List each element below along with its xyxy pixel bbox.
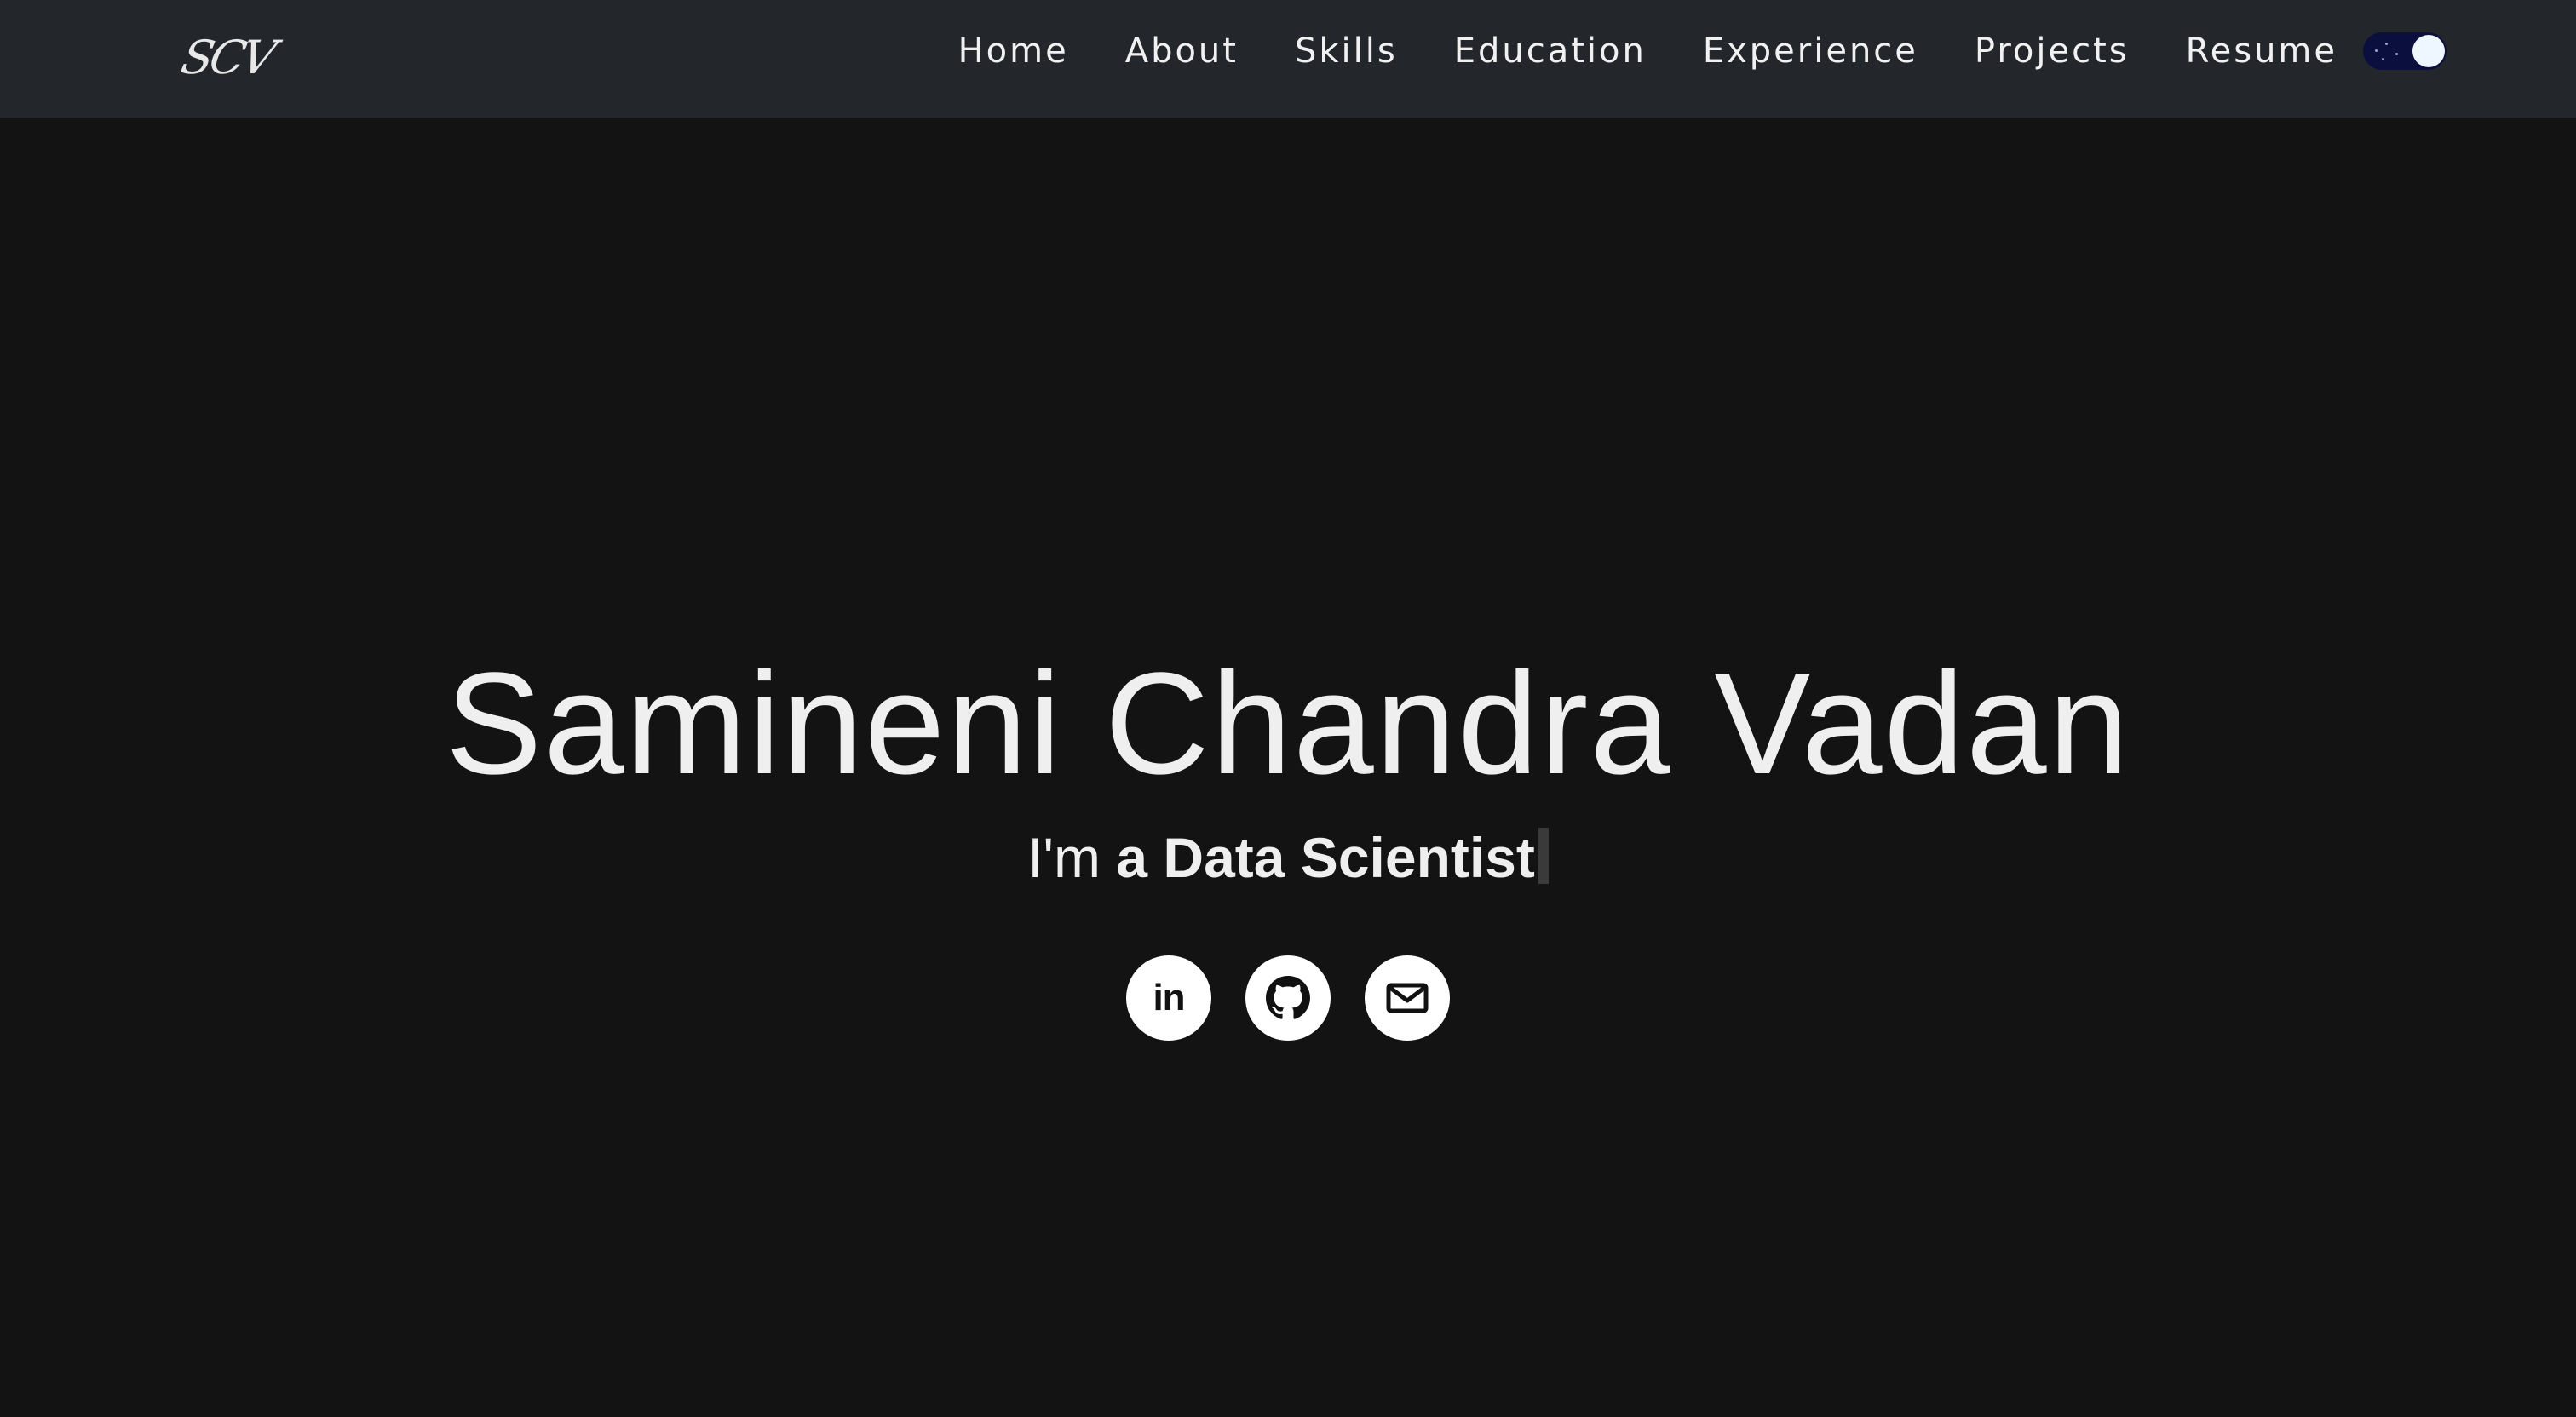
toggle-knob xyxy=(2412,35,2445,67)
toggle-star-icon xyxy=(2375,49,2378,52)
navbar: SCV Home About Skills Education Experien… xyxy=(0,0,2576,118)
toggle-star-icon xyxy=(2382,58,2384,60)
nav-skills-link[interactable]: Skills xyxy=(1295,24,1398,78)
nav-home-link[interactable]: Home xyxy=(958,24,1069,78)
main-nav: Home About Skills Education Experience P… xyxy=(958,24,2447,78)
email-button[interactable] xyxy=(1365,955,1450,1041)
nav-education-link[interactable]: Education xyxy=(1454,24,1647,78)
linkedin-icon: in xyxy=(1153,977,1185,1018)
hero-tagline: I'm a Data Scientist xyxy=(0,819,2576,896)
github-icon xyxy=(1266,976,1310,1020)
site-logo[interactable]: SCV xyxy=(175,24,283,92)
tagline-prefix: I'm xyxy=(1027,826,1117,889)
github-button[interactable] xyxy=(1245,955,1331,1041)
tagline-role: a Data Scientist xyxy=(1116,826,1535,889)
theme-toggle[interactable] xyxy=(2363,32,2447,70)
mail-icon xyxy=(1386,983,1429,1013)
nav-about-link[interactable]: About xyxy=(1125,24,1239,78)
typing-cursor xyxy=(1538,828,1549,884)
linkedin-button[interactable]: in xyxy=(1126,955,1211,1041)
nav-resume-link[interactable]: Resume xyxy=(2186,24,2337,78)
nav-experience-link[interactable]: Experience xyxy=(1703,24,1918,78)
social-links: in xyxy=(0,955,2576,1041)
toggle-star-icon xyxy=(2395,53,2398,55)
hero-name: Samineni Chandra Vadan xyxy=(445,643,2131,805)
nav-projects-link[interactable]: Projects xyxy=(1975,24,2130,78)
toggle-star-icon xyxy=(2385,43,2388,45)
